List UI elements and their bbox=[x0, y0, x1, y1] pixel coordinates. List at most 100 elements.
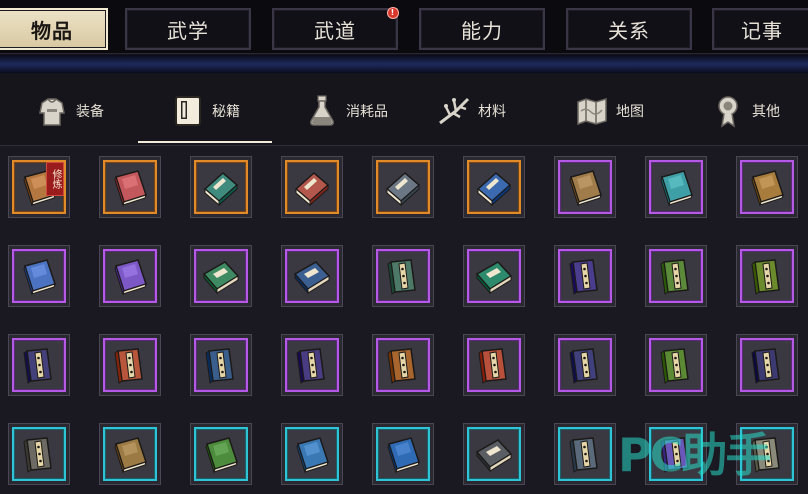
top-tab-bar: 物品 武学 武道 ! 能力 关系 记事 bbox=[0, 0, 808, 54]
slot-rarity-frame bbox=[467, 160, 521, 214]
slot-rarity-frame: 修炼 bbox=[12, 160, 66, 214]
inventory-slot[interactable] bbox=[554, 245, 616, 307]
inventory-slot[interactable] bbox=[463, 245, 525, 307]
category-consumables[interactable]: 消耗品 bbox=[304, 84, 388, 138]
manual-book-icon bbox=[476, 172, 512, 207]
manual-book-icon bbox=[23, 259, 56, 296]
tab-martial-arts[interactable]: 武学 bbox=[125, 8, 251, 50]
manual-book-icon bbox=[475, 439, 513, 473]
manual-book-icon bbox=[205, 348, 234, 384]
category-materials-label: 材料 bbox=[478, 104, 506, 120]
inventory-slot[interactable] bbox=[736, 245, 798, 307]
inventory-slot[interactable] bbox=[372, 423, 434, 485]
manual-book-icon bbox=[203, 172, 239, 207]
slot-rarity-frame bbox=[467, 249, 521, 303]
inventory-slot[interactable] bbox=[372, 334, 434, 396]
manual-book-icon bbox=[205, 437, 238, 474]
manual-book-icon bbox=[114, 348, 143, 384]
category-equipment[interactable]: 装备 bbox=[34, 84, 104, 138]
category-materials[interactable]: 材料 bbox=[436, 84, 506, 138]
misc-medal-icon bbox=[718, 96, 738, 128]
tab-martial-way[interactable]: 武道 ! bbox=[272, 7, 399, 50]
manual-book-icon bbox=[385, 172, 421, 207]
slot-rarity-frame bbox=[558, 338, 612, 392]
manual-book-icon bbox=[175, 96, 201, 126]
herb-material-icon bbox=[439, 97, 470, 125]
tab-items[interactable]: 物品 bbox=[0, 8, 108, 50]
watermark-text: PC助手 bbox=[618, 428, 771, 482]
inventory-slot[interactable] bbox=[281, 245, 343, 307]
tab-martial-arts-label: 武学 bbox=[167, 18, 209, 43]
slot-rarity-frame bbox=[12, 249, 66, 303]
inventory-slot[interactable] bbox=[554, 334, 616, 396]
inventory-slot[interactable] bbox=[8, 334, 70, 396]
slot-rarity-frame bbox=[103, 160, 157, 214]
slot-rarity-frame bbox=[467, 338, 521, 392]
inventory-slot[interactable] bbox=[281, 423, 343, 485]
inventory-slot[interactable] bbox=[99, 334, 161, 396]
inventory-slot[interactable] bbox=[8, 245, 70, 307]
inventory-slot[interactable] bbox=[99, 245, 161, 307]
slot-rarity-frame bbox=[376, 249, 430, 303]
slot-rarity-frame bbox=[285, 338, 339, 392]
tab-abilities-label: 能力 bbox=[461, 18, 503, 43]
manual-book-icon bbox=[293, 261, 331, 295]
inventory-slot[interactable] bbox=[190, 334, 252, 396]
inventory-slot[interactable] bbox=[736, 334, 798, 396]
slot-rarity-frame bbox=[740, 338, 794, 392]
inventory-slot[interactable] bbox=[99, 423, 161, 485]
manual-book-icon bbox=[387, 437, 420, 474]
slot-rarity-frame bbox=[376, 338, 430, 392]
inventory-slot[interactable] bbox=[463, 334, 525, 396]
slot-rarity-frame bbox=[740, 249, 794, 303]
category-maps-label: 地图 bbox=[616, 104, 644, 120]
inventory-slot[interactable] bbox=[99, 156, 161, 218]
inventory-slot[interactable] bbox=[554, 423, 616, 485]
inventory-slot[interactable] bbox=[463, 156, 525, 218]
manual-book-icon bbox=[660, 348, 689, 384]
manual-book-icon bbox=[23, 348, 52, 384]
category-maps[interactable]: 地图 bbox=[574, 84, 644, 138]
slot-rarity-frame bbox=[558, 249, 612, 303]
inventory-slot[interactable] bbox=[463, 423, 525, 485]
manual-book-icon bbox=[751, 259, 780, 295]
inventory-slot[interactable] bbox=[372, 245, 434, 307]
inventory-slot[interactable] bbox=[736, 156, 798, 218]
map-icon bbox=[577, 97, 607, 126]
category-other[interactable]: 其他 bbox=[710, 84, 780, 138]
inventory-slot[interactable] bbox=[190, 156, 252, 218]
inventory-slot[interactable] bbox=[281, 156, 343, 218]
manual-book-icon bbox=[569, 170, 602, 207]
tab-relations[interactable]: 关系 bbox=[566, 8, 692, 50]
inventory-slot[interactable] bbox=[645, 334, 707, 396]
inventory-slot[interactable] bbox=[281, 334, 343, 396]
slot-rarity-frame bbox=[103, 427, 157, 481]
inventory-slot[interactable]: 修炼 bbox=[8, 156, 70, 218]
category-equipment-label: 装备 bbox=[76, 104, 104, 120]
armor-icon bbox=[39, 98, 65, 126]
slot-rarity-frame bbox=[285, 427, 339, 481]
inventory-slot[interactable] bbox=[190, 423, 252, 485]
slot-rarity-frame bbox=[194, 160, 248, 214]
tab-relations-label: 关系 bbox=[608, 18, 650, 43]
inventory-slot[interactable] bbox=[8, 423, 70, 485]
slot-rarity-frame bbox=[558, 160, 612, 214]
tab-martial-way-label: 武道 bbox=[314, 18, 356, 43]
inventory-slot[interactable] bbox=[190, 245, 252, 307]
tab-journal[interactable]: 记事 bbox=[712, 8, 808, 50]
category-other-label: 其他 bbox=[752, 104, 780, 120]
slot-rarity-frame bbox=[103, 338, 157, 392]
slot-rarity-frame bbox=[376, 160, 430, 214]
potion-flask-icon bbox=[310, 95, 334, 126]
category-manuals[interactable]: 秘籍 bbox=[170, 84, 240, 138]
slot-rarity-frame bbox=[285, 160, 339, 214]
tab-abilities[interactable]: 能力 bbox=[419, 8, 545, 50]
manual-book-icon bbox=[387, 348, 416, 384]
manual-book-icon bbox=[114, 170, 147, 207]
inventory-slot[interactable] bbox=[645, 156, 707, 218]
inventory-slot[interactable] bbox=[554, 156, 616, 218]
inventory-slot[interactable] bbox=[645, 245, 707, 307]
inventory-slot[interactable] bbox=[372, 156, 434, 218]
manual-book-icon bbox=[751, 170, 784, 207]
slot-rarity-frame bbox=[12, 338, 66, 392]
